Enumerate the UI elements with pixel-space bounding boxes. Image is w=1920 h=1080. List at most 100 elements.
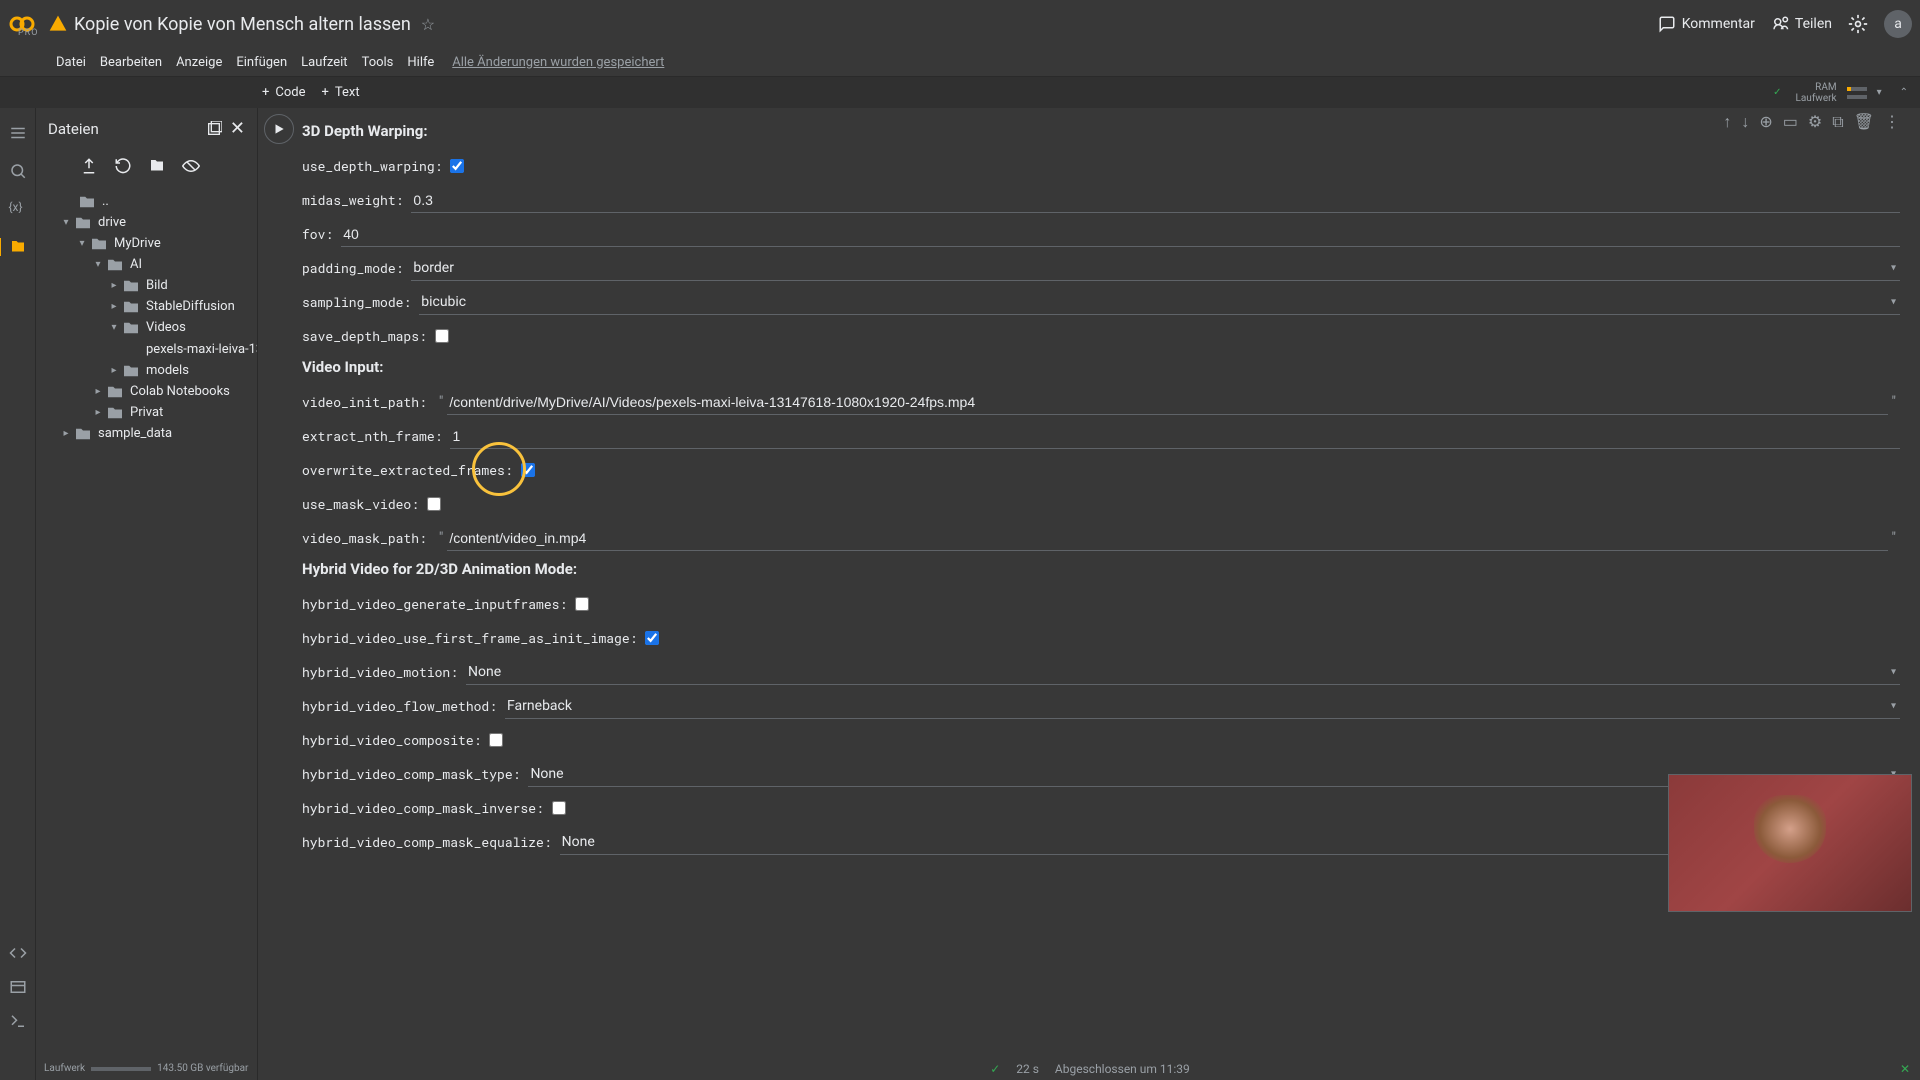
input-video-mask-path[interactable] bbox=[447, 526, 1887, 551]
run-cell-button[interactable] bbox=[264, 114, 294, 144]
label-overwrite-extracted-frames: overwrite_extracted_frames: bbox=[302, 461, 521, 479]
hide-icon[interactable] bbox=[182, 157, 200, 175]
label-hybrid-generate: hybrid_video_generate_inputframes: bbox=[302, 595, 575, 613]
files-icon[interactable] bbox=[9, 238, 27, 256]
document-title[interactable]: Kopie von Kopie von Mensch altern lassen bbox=[74, 14, 411, 35]
files-sidebar: Dateien ✕ .. ▾drive ▾MyDrive ▾AI ▸Bild ▸… bbox=[36, 108, 258, 1080]
tree-item[interactable]: ▾AI bbox=[36, 254, 257, 275]
mirror-cell-icon[interactable]: ⧉ bbox=[1832, 112, 1843, 132]
new-tab-icon[interactable] bbox=[206, 121, 222, 137]
mount-drive-icon[interactable] bbox=[148, 157, 166, 175]
input-extract-nth-frame[interactable] bbox=[450, 424, 1900, 449]
label-hybrid-composite: hybrid_video_composite: bbox=[302, 731, 489, 749]
search-icon[interactable] bbox=[9, 162, 27, 180]
label-sampling-mode: sampling_mode: bbox=[302, 293, 419, 311]
tree-item[interactable]: ▸Privat bbox=[36, 402, 257, 423]
status-close-icon[interactable]: ✕ bbox=[1900, 1062, 1910, 1076]
save-status[interactable]: Alle Änderungen wurden gespeichert bbox=[452, 55, 664, 70]
menu-bearbeiten[interactable]: Bearbeiten bbox=[100, 55, 162, 70]
checkbox-hybrid-generate[interactable] bbox=[575, 597, 589, 611]
tree-item[interactable]: ▸models bbox=[36, 360, 257, 381]
label-use-mask-video: use_mask_video: bbox=[302, 495, 427, 513]
section-hybrid: Hybrid Video for 2D/3D Animation Mode: bbox=[302, 560, 1900, 578]
comment-cell-icon[interactable]: ▭ bbox=[1783, 112, 1798, 132]
status-check-icon: ✓ bbox=[990, 1062, 1000, 1076]
tree-item[interactable]: .. bbox=[36, 191, 257, 212]
toolbar: + Code + Text ✓ RAM Laufwerk ▾ ⌃ bbox=[0, 76, 1920, 108]
menu-icon[interactable] bbox=[9, 124, 27, 142]
label-video-mask-path: video_mask_path: bbox=[302, 529, 435, 547]
add-text-button[interactable]: + Text bbox=[322, 85, 360, 100]
tree-item[interactable]: ▾Videos bbox=[36, 317, 257, 338]
refresh-icon[interactable] bbox=[114, 157, 132, 175]
gear-icon[interactable] bbox=[1848, 14, 1868, 34]
resource-bars-icon bbox=[1847, 83, 1867, 103]
checkbox-hybrid-composite[interactable] bbox=[489, 733, 503, 747]
select-sampling-mode[interactable]: bicubic bbox=[419, 290, 1900, 315]
label-hybrid-flow: hybrid_video_flow_method: bbox=[302, 697, 505, 715]
link-cell-icon[interactable]: ⊕ bbox=[1759, 112, 1772, 132]
tree-item[interactable]: ▾MyDrive bbox=[36, 233, 257, 254]
checkbox-hybrid-mask-inverse[interactable] bbox=[552, 801, 566, 815]
menu-bar: Datei Bearbeiten Anzeige Einfügen Laufze… bbox=[0, 48, 1920, 76]
tree-item[interactable]: ▸sample_data bbox=[36, 423, 257, 444]
status-completed: Abgeschlossen um 11:39 bbox=[1055, 1062, 1190, 1076]
input-midas-weight[interactable] bbox=[411, 188, 1900, 213]
code-snippet-icon[interactable] bbox=[9, 944, 27, 962]
section-video-input: Video Input: bbox=[302, 358, 1900, 376]
label-save-depth-maps: save_depth_maps: bbox=[302, 327, 435, 345]
checkbox-overwrite-extracted-frames[interactable] bbox=[521, 463, 535, 477]
menu-einfuegen[interactable]: Einfügen bbox=[236, 55, 287, 70]
menu-datei[interactable]: Datei bbox=[56, 55, 86, 70]
menu-anzeige[interactable]: Anzeige bbox=[176, 55, 222, 70]
variables-icon[interactable]: {x} bbox=[9, 200, 27, 218]
notebook-content: ↑ ↓ ⊕ ▭ ⚙ ⧉ 🗑 ⋮ 3D Depth Warping: use_de… bbox=[258, 108, 1920, 1080]
checkbox-use-depth-warping[interactable] bbox=[450, 159, 464, 173]
close-sidebar-icon[interactable]: ✕ bbox=[230, 118, 245, 139]
runtime-check-icon: ✓ bbox=[1773, 87, 1781, 98]
tree-item[interactable]: ▾drive bbox=[36, 212, 257, 233]
tree-item[interactable]: ▸Bild bbox=[36, 275, 257, 296]
checkbox-hybrid-first-frame[interactable] bbox=[645, 631, 659, 645]
more-cell-icon[interactable]: ⋮ bbox=[1884, 112, 1900, 132]
terminal-icon[interactable] bbox=[9, 1012, 27, 1030]
select-padding-mode[interactable]: border bbox=[411, 256, 1900, 281]
checkbox-save-depth-maps[interactable] bbox=[435, 329, 449, 343]
input-video-init-path[interactable] bbox=[447, 390, 1887, 415]
menu-tools[interactable]: Tools bbox=[362, 55, 394, 70]
label-fov: fov: bbox=[302, 225, 341, 243]
label-midas-weight: midas_weight: bbox=[302, 191, 411, 209]
select-hybrid-motion[interactable]: None bbox=[466, 660, 1900, 685]
share-button[interactable]: Teilen bbox=[1771, 15, 1832, 33]
section-depth-warping: 3D Depth Warping: bbox=[302, 122, 1900, 140]
move-down-icon[interactable]: ↓ bbox=[1741, 112, 1749, 132]
menu-laufzeit[interactable]: Laufzeit bbox=[301, 55, 347, 70]
move-up-icon[interactable]: ↑ bbox=[1723, 112, 1731, 132]
label-use-depth-warping: use_depth_warping: bbox=[302, 157, 450, 175]
label-hybrid-mask-inverse: hybrid_video_comp_mask_inverse: bbox=[302, 799, 552, 817]
add-code-button[interactable]: + Code bbox=[262, 85, 306, 100]
input-fov[interactable] bbox=[341, 222, 1900, 247]
disk-usage: Laufwerk 143.50 GB verfügbar bbox=[36, 1057, 257, 1080]
upload-icon[interactable] bbox=[80, 157, 98, 175]
label-hybrid-first-frame: hybrid_video_use_first_frame_as_init_ima… bbox=[302, 629, 645, 647]
avatar[interactable]: a bbox=[1884, 10, 1912, 38]
checkbox-use-mask-video[interactable] bbox=[427, 497, 441, 511]
code-cell: ↑ ↓ ⊕ ▭ ⚙ ⧉ 🗑 ⋮ 3D Depth Warping: use_de… bbox=[258, 108, 1920, 858]
delete-cell-icon[interactable]: 🗑 bbox=[1854, 112, 1874, 132]
tree-item[interactable]: pexels-maxi-leiva-1314... bbox=[36, 338, 257, 360]
label-hybrid-mask-type: hybrid_video_comp_mask_type: bbox=[302, 765, 528, 783]
command-palette-icon[interactable] bbox=[9, 978, 27, 996]
settings-cell-icon[interactable]: ⚙ bbox=[1808, 112, 1822, 132]
status-bar: ✓ 22 s Abgeschlossen um 11:39 ✕ bbox=[260, 1058, 1920, 1080]
select-hybrid-flow[interactable]: Farneback bbox=[505, 694, 1900, 719]
comment-button[interactable]: Kommentar bbox=[1658, 15, 1755, 33]
tree-item[interactable]: ▸Colab Notebooks bbox=[36, 381, 257, 402]
tree-item[interactable]: ▸StableDiffusion bbox=[36, 296, 257, 317]
menu-hilfe[interactable]: Hilfe bbox=[407, 55, 434, 70]
ram-indicator[interactable]: RAM Laufwerk bbox=[1795, 82, 1836, 104]
star-icon[interactable]: ☆ bbox=[421, 15, 435, 34]
cell-toolbar: ↑ ↓ ⊕ ▭ ⚙ ⧉ 🗑 ⋮ bbox=[1723, 112, 1900, 132]
collapse-icon[interactable]: ⌃ bbox=[1900, 87, 1908, 98]
dropdown-icon[interactable]: ▾ bbox=[1877, 87, 1882, 98]
